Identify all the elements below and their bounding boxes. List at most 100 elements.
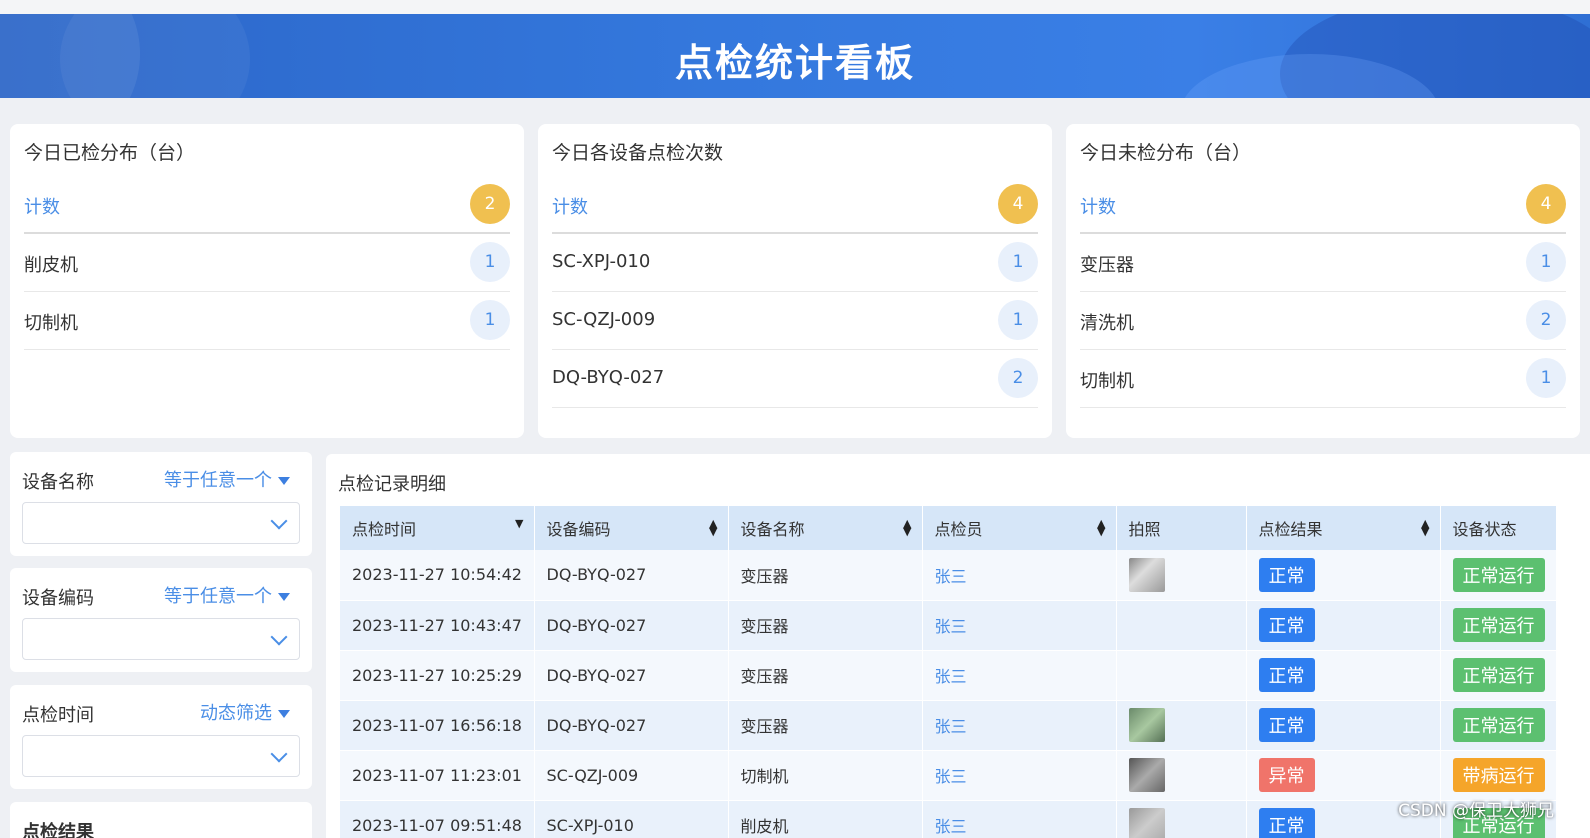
- photo-thumbnail[interactable]: [1128, 758, 1165, 792]
- inspect-time-select[interactable]: [22, 735, 300, 777]
- cell-photo: [1116, 800, 1247, 838]
- column-header-inspector[interactable]: 点检员 ▲ ▼: [922, 506, 1117, 550]
- filter-device-name: 设备名称 等于任意一个: [10, 452, 312, 556]
- stat-row[interactable]: SC-QZJ-009 1: [552, 292, 1038, 350]
- dashboard-header: 点检统计看板: [0, 14, 1590, 98]
- cell-code: DQ-BYQ-027: [534, 700, 729, 751]
- inspector-link[interactable]: 张三: [922, 750, 1117, 801]
- stat-row[interactable]: 变压器 1: [1080, 234, 1566, 292]
- stat-row[interactable]: 切制机 1: [24, 292, 510, 350]
- status-tag: 正常运行: [1452, 557, 1545, 592]
- result-tag: 正常: [1258, 658, 1315, 692]
- device-name-select[interactable]: [22, 502, 300, 544]
- sort-icon[interactable]: ▲ ▼: [1421, 518, 1429, 537]
- inspector-link[interactable]: 张三: [922, 650, 1117, 701]
- stat-row[interactable]: 削皮机 1: [24, 234, 510, 292]
- column-label: 点检时间: [352, 520, 417, 539]
- page-title: 点检统计看板: [674, 41, 915, 85]
- count-badge: 1: [1526, 242, 1566, 282]
- cell-status: 带病运行: [1440, 750, 1557, 801]
- cell-name: 变压器: [728, 650, 923, 701]
- stat-head-row: 计数 4: [552, 176, 1038, 234]
- result-tag: 正常: [1258, 557, 1315, 592]
- status-tag: 带病运行: [1452, 758, 1545, 792]
- watermark: CSDN @保卫大狮兄: [1398, 801, 1554, 821]
- column-label: 点检结果: [1258, 520, 1323, 539]
- cell-code: DQ-BYQ-027: [534, 600, 729, 651]
- stat-row-label: DQ-BYQ-027: [552, 367, 665, 388]
- count-badge: 1: [1526, 358, 1566, 398]
- stat-row[interactable]: SC-XPJ-010 1: [552, 234, 1038, 292]
- inspector-link[interactable]: 张三: [922, 800, 1117, 838]
- caret-down-icon: [278, 593, 290, 601]
- column-header-name[interactable]: 设备名称 ▲ ▼: [728, 506, 923, 550]
- column-header-time[interactable]: 点检时间 ▼: [340, 506, 535, 550]
- inspector-link[interactable]: 张三: [922, 600, 1117, 651]
- sort-icon[interactable]: ▲ ▼: [709, 518, 717, 537]
- stat-row[interactable]: 切制机 1: [1080, 350, 1566, 408]
- device-code-select[interactable]: [22, 618, 300, 660]
- count-badge: 2: [998, 358, 1038, 398]
- filter-mode-dropdown[interactable]: 等于任意一个: [164, 466, 290, 492]
- cell-code: SC-QZJ-009: [534, 750, 729, 801]
- table-row[interactable]: 2023-11-07 16:56:18 DQ-BYQ-027 变压器 张三 正常…: [340, 700, 1557, 751]
- cell-code: SC-XPJ-010: [534, 800, 729, 838]
- filter-mode-label: 动态筛选: [200, 703, 272, 724]
- stat-head-label: 计数: [552, 197, 588, 218]
- photo-thumbnail[interactable]: [1128, 557, 1165, 592]
- stat-row[interactable]: 清洗机 2: [1080, 292, 1566, 350]
- table-row[interactable]: 2023-11-07 11:23:01 SC-QZJ-009 切制机 张三 异常…: [340, 750, 1557, 801]
- cell-name: 变压器: [728, 700, 923, 751]
- filter-label: 设备名称: [22, 472, 94, 493]
- sort-icon[interactable]: ▲ ▼: [903, 518, 911, 537]
- result-tag: 正常: [1258, 708, 1315, 742]
- cell-result: 正常: [1246, 600, 1441, 651]
- cell-result: 正常: [1246, 550, 1441, 601]
- stat-row-label: 切制机: [1080, 371, 1134, 392]
- count-badge: 1: [998, 300, 1038, 340]
- sort-desc-icon[interactable]: ▼: [515, 518, 523, 529]
- table-title: 点检记录明细: [338, 474, 446, 495]
- status-tag: 正常运行: [1452, 658, 1545, 692]
- cell-name: 切制机: [728, 750, 923, 801]
- count-badge: 1: [998, 242, 1038, 282]
- stat-card-device-counts: 今日各设备点检次数 计数 4 SC-XPJ-010 1 SC-QZJ-009 1…: [538, 124, 1052, 438]
- cell-photo: [1116, 650, 1247, 701]
- column-header-result[interactable]: 点检结果 ▲ ▼: [1246, 506, 1441, 550]
- cell-status: 正常运行: [1440, 550, 1557, 601]
- column-header-code[interactable]: 设备编码 ▲ ▼: [534, 506, 729, 550]
- inspection-records-panel: 点检记录明细 点检时间 ▼ 设备编码 ▲ ▼ 设备名称 ▲ ▼ 点检员 ▲ ▼ 拍照 点检结果…: [326, 454, 1590, 838]
- table-row[interactable]: 2023-11-27 10:25:29 DQ-BYQ-027 变压器 张三 正常…: [340, 650, 1557, 701]
- caret-down-icon: [278, 710, 290, 718]
- cell-name: 削皮机: [728, 800, 923, 838]
- cell-time: 2023-11-07 16:56:18: [340, 700, 535, 751]
- top-strip: [0, 0, 1590, 14]
- inspector-link[interactable]: 张三: [922, 700, 1117, 751]
- stat-row[interactable]: DQ-BYQ-027 2: [552, 350, 1038, 408]
- stat-row-label: 切制机: [24, 313, 78, 334]
- cell-result: 正常: [1246, 650, 1441, 701]
- result-tag: 异常: [1258, 758, 1315, 792]
- status-tag: 正常运行: [1452, 608, 1545, 642]
- cell-time: 2023-11-27 10:25:29: [340, 650, 535, 701]
- inspector-link[interactable]: 张三: [922, 550, 1117, 601]
- chevron-down-icon: [270, 512, 288, 530]
- inspection-records-table: 点检时间 ▼ 设备编码 ▲ ▼ 设备名称 ▲ ▼ 点检员 ▲ ▼ 拍照 点检结果 ▲ ▼ 设备状态…: [340, 506, 1557, 838]
- filter-mode-dropdown[interactable]: 动态筛选: [200, 699, 290, 725]
- cell-code: DQ-BYQ-027: [534, 650, 729, 701]
- sort-icon[interactable]: ▲ ▼: [1097, 518, 1105, 537]
- table-row[interactable]: 2023-11-07 09:51:48 SC-XPJ-010 削皮机 张三 正常…: [340, 800, 1557, 838]
- caret-down-icon: [278, 477, 290, 485]
- filter-mode-dropdown[interactable]: 等于任意一个: [164, 582, 290, 608]
- cell-status: 正常运行: [1440, 650, 1557, 701]
- table-row[interactable]: 2023-11-27 10:43:47 DQ-BYQ-027 变压器 张三 正常…: [340, 600, 1557, 651]
- table-row[interactable]: 2023-11-27 10:54:42 DQ-BYQ-027 变压器 张三 正常…: [340, 550, 1557, 601]
- filter-inspect-time: 点检时间 动态筛选: [10, 685, 312, 789]
- column-label: 设备编码: [546, 520, 611, 539]
- stat-card-title: 今日各设备点检次数: [552, 142, 724, 164]
- photo-thumbnail[interactable]: [1128, 808, 1165, 838]
- count-badge: 4: [998, 184, 1038, 224]
- photo-thumbnail[interactable]: [1128, 708, 1165, 742]
- cell-photo: [1116, 550, 1247, 601]
- cell-time: 2023-11-27 10:54:42: [340, 550, 535, 601]
